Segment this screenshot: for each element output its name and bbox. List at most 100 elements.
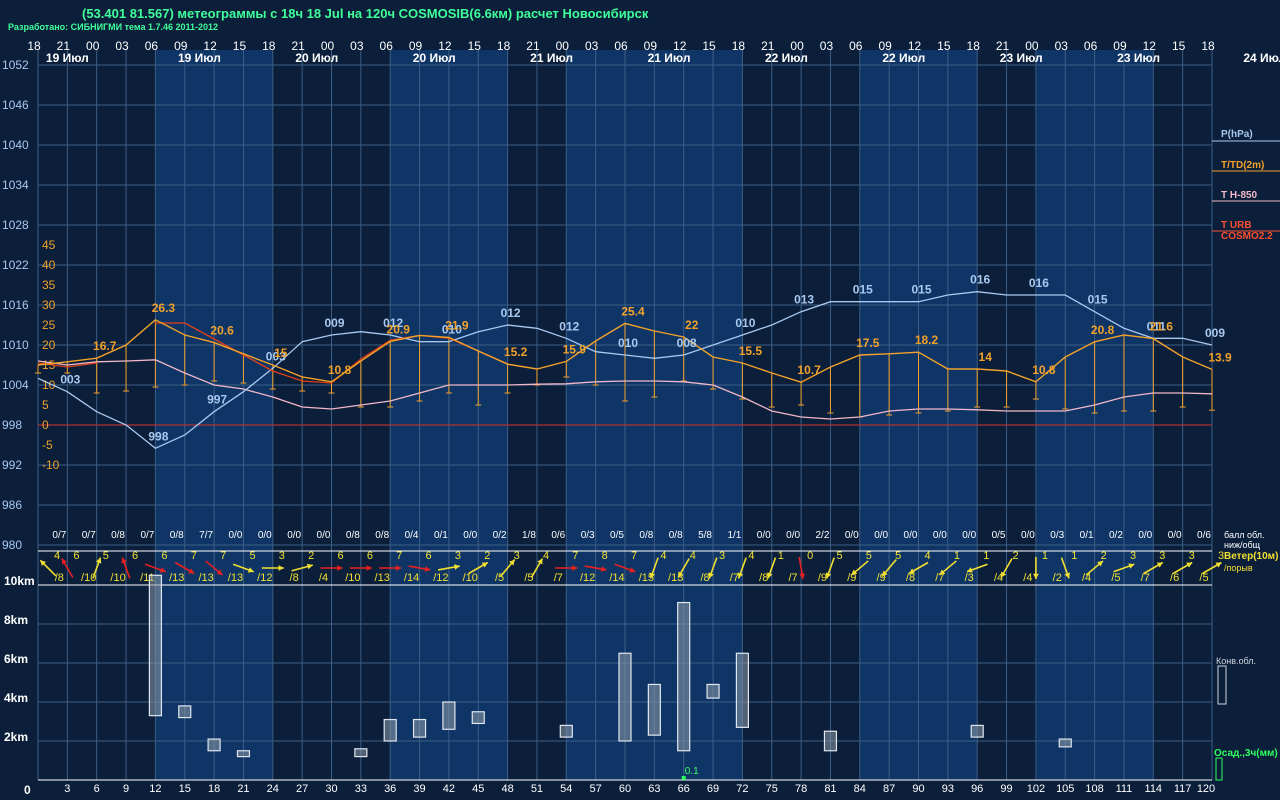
pressure-data-label: 012 — [501, 306, 521, 320]
wind-speed-label: 8 — [602, 550, 608, 562]
pressure-data-label: 013 — [794, 293, 814, 307]
wind-speed-label: 3 — [1159, 550, 1165, 562]
wind-speed-label: 5 — [895, 550, 901, 562]
hour-tick-label: 15 — [1172, 39, 1186, 53]
wind-gust-label: /2 — [1053, 572, 1062, 584]
cloud-cover-label: 2/2 — [815, 530, 829, 541]
wind-gust-label: /10 — [463, 572, 478, 584]
cloud-cover-label: 0/0 — [1168, 530, 1182, 541]
wind-speed-label: 3 — [1189, 550, 1195, 562]
hour-tick-label: 18 — [1201, 39, 1215, 53]
legend-wind-1: Ветер(10м) — [1224, 551, 1278, 562]
wind-gust-label: /5 — [524, 572, 533, 584]
forecast-hour-label: 18 — [208, 783, 220, 795]
forecast-hour-label: 108 — [1085, 783, 1103, 795]
convective-cloud-bar — [706, 683, 720, 699]
wind-speed-label: 4 — [660, 550, 666, 562]
hour-tick-label: 03 — [820, 39, 834, 53]
wind-gust-label: /8 — [290, 572, 299, 584]
cloud-cover-label: 0/0 — [786, 530, 800, 541]
convective-cloud-bar — [1058, 738, 1072, 748]
forecast-hour-label: 78 — [795, 783, 807, 795]
forecast-hour-label: 114 — [1145, 783, 1163, 795]
pressure-tick-label: 1028 — [2, 218, 29, 232]
pressure-data-label: 010 — [618, 336, 638, 350]
wind-speed-label: 2 — [1101, 550, 1107, 562]
convective-cloud-bar — [178, 705, 192, 719]
cloud-cover-label: 0/6 — [551, 530, 565, 541]
wind-gust-label: /3 — [965, 572, 974, 584]
forecast-hour-label: 54 — [560, 783, 572, 795]
forecast-hour-label: 63 — [648, 783, 660, 795]
wind-gust-label: /7 — [1141, 572, 1150, 584]
convective-cloud-bar — [471, 711, 485, 725]
day-label: 24 Июл — [1243, 51, 1280, 65]
convective-cloud-bar — [442, 701, 456, 730]
legend-t850: T H-850 — [1221, 190, 1258, 201]
cloud-cover-label: 0/2 — [493, 530, 507, 541]
temp-tick-label: 45 — [42, 238, 56, 252]
pressure-tick-label: 998 — [2, 418, 22, 432]
wind-gust-label: /8 — [55, 572, 64, 584]
cloud-cover-label: 0/8 — [639, 530, 653, 541]
cloud-cover-label: 0/5 — [992, 530, 1006, 541]
forecast-hour-label: 99 — [1000, 783, 1012, 795]
convective-cloud-bar — [207, 738, 221, 752]
hour-tick-label: 15 — [702, 39, 716, 53]
legend-pressure: P(hPa) — [1221, 129, 1253, 140]
cloud-cover-label: 0/8 — [170, 530, 184, 541]
forecast-hour-label: 57 — [590, 783, 602, 795]
wind-speed-label: 4 — [543, 550, 549, 562]
day-label: 23 Июл — [1117, 51, 1160, 65]
temp-tick-label: 0 — [42, 418, 49, 432]
temperature-data-label: 15.5 — [739, 344, 763, 358]
pressure-tick-label: 1040 — [2, 138, 29, 152]
day-label: 20 Июл — [413, 51, 456, 65]
day-label: 21 Июл — [530, 51, 573, 65]
wind-gust-label: /13 — [169, 572, 184, 584]
forecast-hour-label: 87 — [883, 783, 895, 795]
convective-cloud-bar — [677, 601, 691, 752]
wind-gust-label: /14 — [609, 572, 624, 584]
wind-gust-label: /10 — [345, 572, 360, 584]
wind-speed-label: 7 — [191, 550, 197, 562]
wind-speed-label: 2 — [1013, 550, 1019, 562]
forecast-hour-label: 120 — [1197, 783, 1215, 795]
forecast-hour-label: 3 — [64, 783, 70, 795]
temperature-data-label: 16.7 — [93, 339, 117, 353]
wind-speed-label: 4 — [925, 550, 931, 562]
cloud-cover-label: 0/3 — [1050, 530, 1064, 541]
cloud-cover-label: 0/8 — [669, 530, 683, 541]
forecast-hour-label: 42 — [443, 783, 455, 795]
wind-speed-label: 1 — [1042, 550, 1048, 562]
pressure-tick-label: 1034 — [2, 178, 29, 192]
pressure-tick-label: 980 — [2, 538, 22, 552]
cloud-cover-label: 7/7 — [199, 530, 213, 541]
temperature-data-label: 15.2 — [504, 345, 528, 359]
hour-tick-label: 18 — [732, 39, 746, 53]
day-label: 19 Июл — [46, 51, 89, 65]
height-tick-label: 2km — [4, 730, 28, 744]
hour-tick-label: 18 — [967, 39, 981, 53]
convective-cloud-bar — [618, 652, 632, 742]
legend-turb1: T URB — [1221, 220, 1252, 231]
wind-gust-label: /10 — [81, 572, 96, 584]
cloud-cover-label: 1/8 — [522, 530, 536, 541]
temperature-data-label: 21.6 — [1150, 320, 1174, 334]
wind-gust-label: /13 — [375, 572, 390, 584]
wind-gust-label: /7 — [730, 572, 739, 584]
temperature-data-label: 15.9 — [563, 342, 587, 356]
wind-speed-label: 5 — [103, 550, 109, 562]
wind-speed-label: 3 — [455, 550, 461, 562]
wind-gust-label: /5 — [1111, 572, 1120, 584]
pressure-tick-label: 986 — [2, 498, 22, 512]
temperature-data-label: 17.5 — [856, 336, 880, 350]
cloud-cover-label: 0/0 — [463, 530, 477, 541]
pressure-data-label: 015 — [1088, 293, 1108, 307]
convective-cloud-bar — [236, 750, 251, 758]
forecast-hour-label: 6 — [94, 783, 100, 795]
cloud-cover-label: 0/8 — [111, 530, 125, 541]
pressure-data-label: 016 — [970, 273, 990, 287]
pressure-tick-label: 1046 — [2, 98, 29, 112]
hour-tick-label: 03 — [115, 39, 129, 53]
